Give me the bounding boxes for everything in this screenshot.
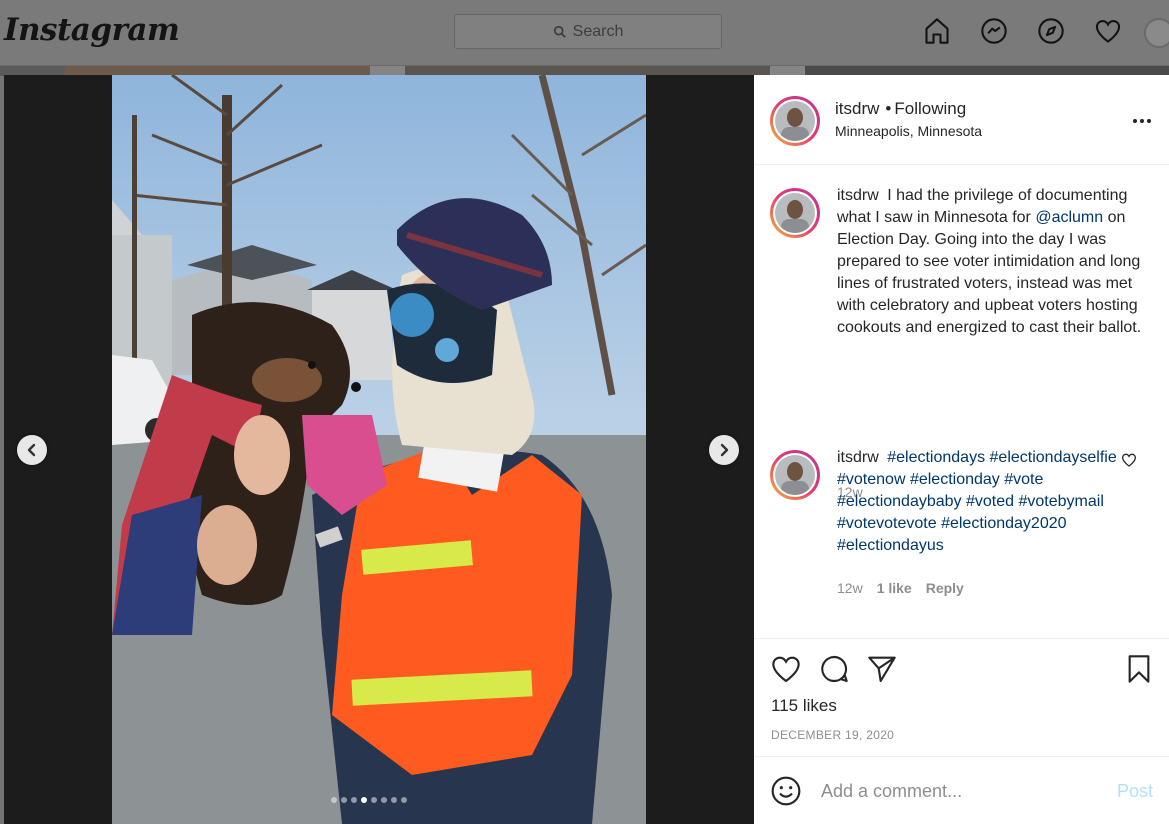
messenger-icon[interactable] (979, 16, 1009, 46)
carousel-dot (351, 797, 357, 803)
post-location[interactable]: Minneapolis, Minnesota (835, 123, 982, 139)
comment-likes[interactable]: 1 like (877, 580, 912, 596)
post-photo (112, 75, 646, 824)
media-carousel (4, 75, 754, 824)
chevron-right-icon (720, 443, 729, 457)
carousel-dot (331, 797, 337, 803)
mention-link[interactable]: @aclumn (1035, 209, 1103, 226)
caption-avatar[interactable] (770, 188, 820, 238)
next-photo-button[interactable] (709, 435, 739, 465)
hashtag-link[interactable]: #electiondaybaby (837, 493, 962, 510)
caption-username[interactable]: itsdrw (837, 187, 879, 204)
share-icon[interactable] (866, 653, 898, 685)
chevron-left-icon (27, 443, 36, 457)
heart-icon[interactable] (1093, 16, 1123, 46)
comment-input[interactable]: Add a comment... (821, 781, 962, 802)
search-input[interactable]: Search (454, 14, 722, 49)
hashtag-link[interactable]: #electiondayus (837, 537, 944, 554)
comment-meta: 12w 1 like Reply (837, 580, 964, 596)
reply-button[interactable]: Reply (926, 580, 964, 596)
top-nav: Instagram Search (0, 0, 1169, 66)
hashtag-link[interactable]: #voted (966, 493, 1014, 510)
author-line: itsdrw • Following (835, 99, 967, 118)
hashtag-link[interactable]: #electionday (910, 471, 1000, 488)
hashtag-link[interactable]: #vote (1004, 471, 1043, 488)
author-avatar[interactable] (770, 96, 820, 146)
post-actions: 115 likes DECEMBER 19, 2020 (754, 638, 1169, 756)
carousel-dot (401, 797, 407, 803)
search-icon (553, 25, 566, 38)
home-icon[interactable] (922, 16, 952, 46)
emoji-icon[interactable] (770, 775, 802, 807)
like-comment-icon[interactable] (1121, 452, 1137, 468)
comments-list: itsdrw I had the privilege of documentin… (754, 166, 1169, 636)
comment-time[interactable]: 12w (837, 580, 863, 596)
carousel-dot (391, 797, 397, 803)
carousel-indicator (331, 797, 407, 803)
hashtag-link[interactable]: #electiondays (887, 449, 985, 466)
post-modal: itsdrw • Following Minneapolis, Minnesota … (4, 75, 1169, 824)
add-comment-bar: Add a comment... Post (754, 756, 1169, 824)
hashtag-link[interactable]: #electionday2020 (941, 515, 1066, 532)
following-button[interactable]: Following (894, 99, 966, 118)
hashtag-link[interactable]: #votevotevote (837, 515, 937, 532)
hashtag-link[interactable]: #votebymail (1019, 493, 1104, 510)
carousel-dot (371, 797, 377, 803)
likes-count[interactable]: 115 likes (771, 696, 837, 716)
post-details-panel: itsdrw • Following Minneapolis, Minnesota … (754, 75, 1169, 824)
carousel-dot (341, 797, 347, 803)
carousel-dot (361, 797, 367, 803)
instagram-logo[interactable]: Instagram (4, 12, 180, 48)
explore-icon[interactable] (1036, 16, 1066, 46)
avatar[interactable] (1144, 18, 1169, 48)
hashtag-link[interactable]: #votenow (837, 471, 906, 488)
carousel-dot (381, 797, 387, 803)
hashtag-link[interactable]: #electiondayselfie (990, 449, 1117, 466)
post-comment-button[interactable]: Post (1117, 781, 1153, 802)
like-icon[interactable] (770, 653, 802, 685)
search-placeholder: Search (572, 22, 624, 40)
comment-avatar[interactable] (770, 450, 820, 500)
save-icon[interactable] (1123, 653, 1155, 685)
comment-text: itsdrw #electiondays #electiondayselfie … (837, 447, 1142, 557)
more-options-icon[interactable] (1131, 111, 1153, 131)
post-date[interactable]: DECEMBER 19, 2020 (771, 728, 894, 742)
caption-text: itsdrw I had the privilege of documentin… (837, 187, 1142, 336)
author-username[interactable]: itsdrw (835, 99, 879, 118)
comment-icon[interactable] (818, 653, 850, 685)
comment-username[interactable]: itsdrw (837, 449, 879, 466)
previous-photo-button[interactable] (17, 435, 47, 465)
post-header: itsdrw • Following Minneapolis, Minnesota (754, 75, 1169, 165)
